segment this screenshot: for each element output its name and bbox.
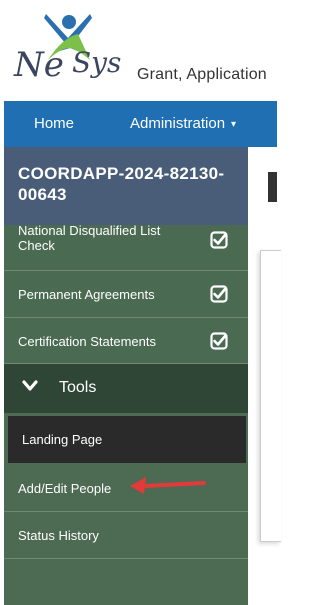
- site-tagline: Grant, Application: [137, 66, 267, 83]
- page-title-fragment: [268, 172, 277, 202]
- checkbox-checked-icon: [210, 231, 228, 249]
- nav-home-link[interactable]: Home: [34, 115, 74, 132]
- annotation-arrow-icon: [130, 477, 206, 494]
- svg-text:Sys: Sys: [72, 46, 121, 79]
- sidebar: COORDAPP-2024-82130-00643 National Disqu…: [4, 147, 248, 605]
- checkbox-checked-icon: [210, 285, 228, 303]
- checkbox-checked-icon: [210, 332, 228, 350]
- sidebar-item-next[interactable]: [4, 559, 248, 605]
- chevron-down-icon: [22, 380, 38, 391]
- nav-administration-dropdown[interactable]: Administration ▾: [130, 115, 236, 132]
- sidebar-item-label: Landing Page: [22, 432, 103, 447]
- nav-administration-label: Administration: [130, 115, 226, 132]
- sidebar-item-certification-statements[interactable]: Certification Statements: [4, 318, 248, 364]
- sidebar-item-permanent-agreements[interactable]: Permanent Agreements: [4, 271, 248, 318]
- nexsys-logo[interactable]: Ne Sys: [6, 8, 146, 96]
- sidebar-item-label: Add/Edit People: [18, 481, 112, 496]
- tools-label: Tools: [59, 379, 97, 396]
- sidebar-item-landing-page[interactable]: Landing Page: [8, 416, 246, 463]
- sidebar-item-status-history[interactable]: Status History: [4, 512, 248, 559]
- sidebar-item-label: Status History: [18, 528, 99, 543]
- application-id-header: COORDAPP-2024-82130-00643: [4, 147, 248, 225]
- top-navigation: Home Administration ▾: [4, 101, 277, 147]
- sidebar-item-label: National Disqualified List Check: [18, 223, 161, 253]
- svg-text:Ne: Ne: [13, 45, 64, 85]
- sidebar-item-label: Permanent Agreements: [18, 287, 155, 302]
- content-panel: [260, 250, 281, 542]
- site-header: Ne Sys Grant, Application: [0, 0, 277, 100]
- caret-down-icon: ▾: [231, 119, 237, 130]
- sidebar-item-label: Certification Statements: [18, 334, 157, 349]
- tools-section-toggle[interactable]: Tools: [4, 364, 248, 413]
